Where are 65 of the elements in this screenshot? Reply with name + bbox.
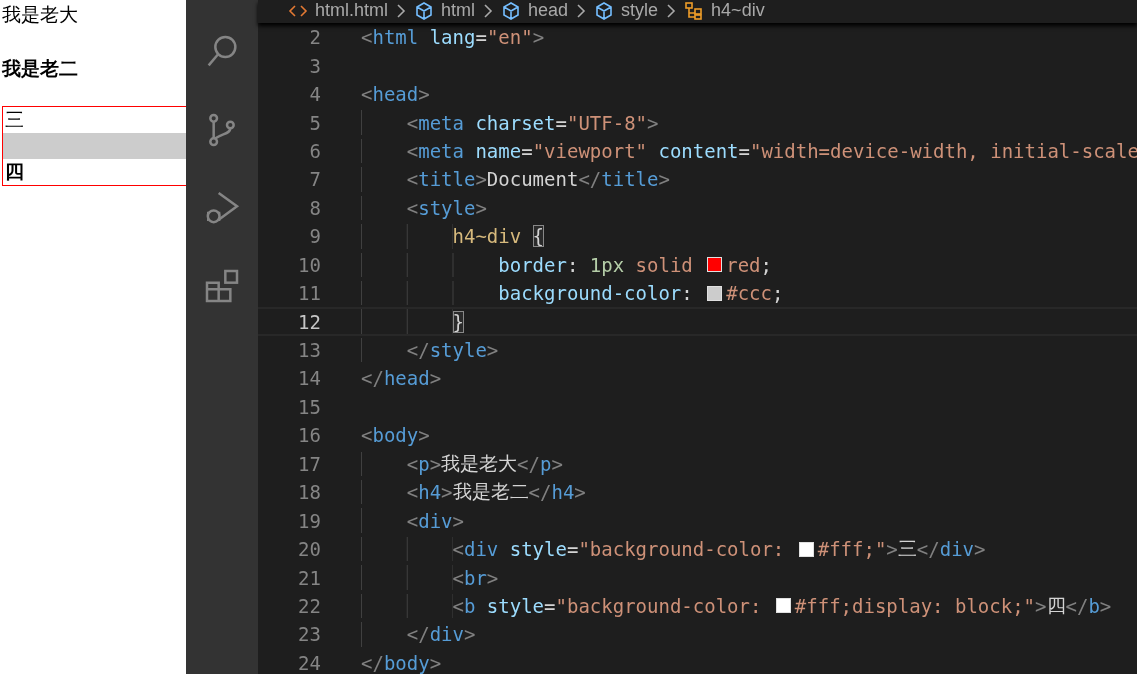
line-number: 8 — [308, 196, 321, 219]
code-text: <head> — [361, 83, 430, 106]
line-number: 9 — [308, 225, 321, 248]
line-number: 24 — [297, 651, 321, 674]
line-number: 17 — [297, 452, 321, 475]
code-text: <meta name="viewport" content="width=device-width, initial-scale — [406, 139, 1137, 162]
code-text: red; — [726, 253, 772, 276]
code-text: </body> — [361, 651, 442, 674]
code-text: #ccc; — [726, 282, 784, 305]
paragraph-text: 我是老大 — [1, 3, 79, 27]
line-number: 7 — [308, 168, 321, 191]
code-text: } — [452, 310, 464, 333]
code-text: <style> — [406, 196, 487, 219]
line-number: 12 — [297, 310, 321, 333]
color-swatch[interactable] — [775, 598, 791, 614]
cube-icon — [414, 0, 434, 21]
cube-icon — [594, 0, 615, 21]
line-number: 23 — [297, 623, 321, 646]
line-number: 6 — [308, 139, 321, 162]
line-number: 21 — [297, 566, 321, 589]
cube-icon — [501, 0, 522, 21]
code-text: border: 1px solid — [498, 253, 694, 276]
code-text: <div style="background-color: — [452, 538, 786, 561]
code-text: <html lang="en"> — [361, 26, 545, 49]
breadcrumb-item[interactable]: style — [621, 0, 659, 21]
line-number: 10 — [297, 253, 321, 276]
code-text: </div> — [406, 623, 476, 646]
code-text: #fff;">三</div> — [817, 536, 986, 563]
code-text: <div> — [406, 509, 464, 532]
line-number: 19 — [297, 509, 321, 532]
breadcrumb-item[interactable]: h4~div — [711, 0, 765, 21]
line-number: 4 — [308, 83, 321, 106]
line-number: 15 — [297, 395, 321, 418]
color-swatch[interactable] — [798, 541, 814, 557]
color-swatch[interactable] — [707, 285, 723, 301]
breadcrumb-item[interactable]: head — [528, 0, 569, 21]
line-number: 11 — [297, 282, 321, 305]
color-swatch[interactable] — [707, 257, 723, 273]
line-number: 13 — [297, 339, 321, 362]
line-number: 3 — [308, 54, 321, 77]
line-number: 5 — [308, 111, 321, 134]
code-text: <p>我是老大</p> — [406, 450, 563, 477]
line-number: 22 — [297, 594, 321, 617]
line-number: 18 — [297, 481, 321, 504]
line-number: 16 — [297, 424, 321, 447]
line-number: 2 — [308, 26, 321, 49]
code-text: <meta charset="UTF-8"> — [406, 111, 659, 134]
code-text: </style> — [406, 339, 499, 362]
code-text: </head> — [361, 367, 442, 390]
line-number: 20 — [297, 538, 321, 561]
line-number: 14 — [297, 367, 321, 390]
symbol-icon — [684, 0, 705, 21]
code-text: <h4>我是老二</h4> — [406, 479, 586, 506]
code-text: h4~div { — [452, 225, 545, 248]
bold-text: 四 — [3, 159, 186, 185]
code-text: <body> — [361, 424, 430, 447]
code-text: background-color: — [498, 282, 694, 305]
box-text: 三 — [3, 107, 186, 133]
code-text: <b style="background-color: — [452, 594, 763, 617]
breadcrumb-item[interactable]: html.html — [315, 0, 388, 21]
code-text: <title>Document</title> — [406, 168, 670, 191]
code-text: <br> — [452, 566, 499, 589]
heading-text: 我是老二 — [1, 57, 79, 81]
breadcrumb-item[interactable]: html — [441, 0, 476, 21]
code-text: #fff;display: block;">四</b> — [794, 592, 1112, 619]
